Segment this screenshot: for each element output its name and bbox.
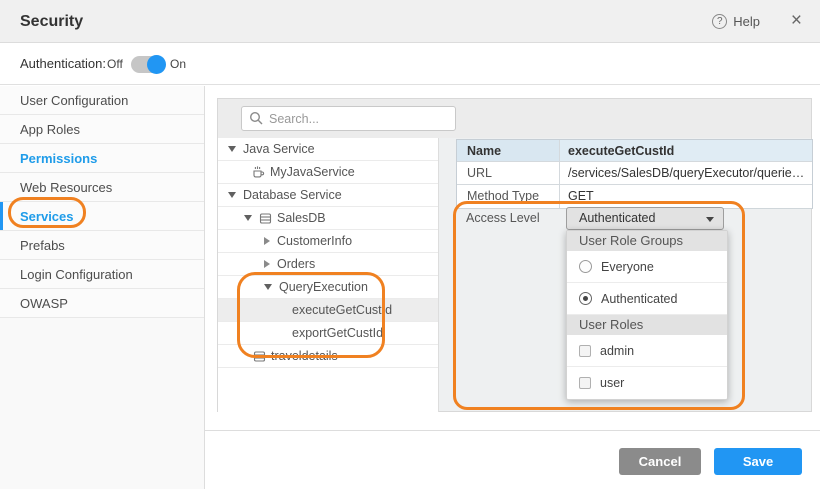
tree-node-orders[interactable]: Orders [218,253,438,276]
sidebar-item-user-configuration[interactable]: User Configuration [0,86,204,115]
url-value: /services/SalesDB/queryExecutor/queries/… [560,162,812,184]
url-label: URL [457,162,560,184]
sidebar-item-owasp[interactable]: OWASP [0,289,204,318]
tree-node-traveldetails[interactable]: traveldetails [218,345,438,368]
security-dialog: Security ? Help × Authentication: Off On… [0,0,820,489]
option-label: Everyone [601,260,654,274]
tree-node-customerinfo[interactable]: CustomerInfo [218,230,438,253]
sidebar-item-services[interactable]: Services [0,202,204,231]
database-icon [259,212,272,225]
toggle-knob [147,55,166,74]
menu-group-user-role-groups: User Role Groups [567,231,727,251]
tree-node-label: MyJavaService [270,161,355,184]
option-label: Authenticated [601,292,677,306]
authentication-label: Authentication: [20,43,106,85]
dialog-header: Security ? Help × [0,0,820,43]
menu-option-admin[interactable]: admin [567,335,727,367]
collapse-icon[interactable] [228,146,236,152]
details-table: Name executeGetCustId URL /services/Sale… [456,139,813,209]
toggle-on-label: On [170,43,186,85]
expand-icon[interactable] [264,237,270,245]
service-details: Name executeGetCustId URL /services/Sale… [439,138,811,411]
tree-node-label: Orders [277,253,315,276]
menu-option-authenticated[interactable]: Authenticated [567,283,727,315]
method-type-label: Method Type [457,185,560,208]
sidebar-item-login-configuration[interactable]: Login Configuration [0,260,204,289]
tree-node-label: Database Service [243,184,342,207]
menu-option-user[interactable]: user [567,367,727,399]
save-button[interactable]: Save [714,448,802,475]
search-band [218,99,811,138]
tree-node-label: executeGetCustId [292,299,392,322]
search-box [241,106,456,131]
authentication-bar: Authentication: Off On [0,43,820,85]
services-panel: Java Service MyJavaService Database Serv… [217,98,812,412]
option-label: admin [600,344,634,358]
search-input[interactable] [241,106,456,131]
tree-node-exportgetcustid[interactable]: exportGetCustId [218,322,438,345]
collapse-icon[interactable] [228,192,236,198]
help-icon: ? [712,14,727,29]
help-label: Help [733,14,760,29]
method-type-value: GET [560,185,812,208]
menu-option-everyone[interactable]: Everyone [567,251,727,283]
tree-node-myjavaservice[interactable]: MyJavaService [218,161,438,184]
sidebar-item-prefabs[interactable]: Prefabs [0,231,204,260]
tree-node-database-service[interactable]: Database Service [218,184,438,207]
service-tree: Java Service MyJavaService Database Serv… [218,138,439,412]
radio-unselected-icon[interactable] [579,260,592,273]
access-level-label: Access Level [466,207,540,230]
sidebar-item-web-resources[interactable]: Web Resources [0,173,204,202]
tree-node-label: traveldetails [271,345,338,368]
authentication-toggle[interactable] [131,56,164,73]
option-label: user [600,376,624,390]
page-title: Security [20,0,83,43]
java-cup-icon [251,165,265,179]
tree-node-label: QueryExecution [279,276,368,299]
checkbox-unchecked-icon[interactable] [579,345,591,357]
expand-icon[interactable] [264,260,270,268]
collapse-icon[interactable] [244,215,252,221]
tree-node-salesdb[interactable]: SalesDB [218,207,438,230]
tree-node-label: CustomerInfo [277,230,352,253]
table-row: Method Type GET [457,185,812,208]
collapse-icon[interactable] [264,284,272,290]
radio-selected-icon[interactable] [579,292,592,305]
name-label: Name [457,140,560,161]
access-level-value: Authenticated [579,211,655,225]
name-value: executeGetCustId [560,140,812,161]
search-icon [249,111,263,125]
toggle-off-label: Off [107,43,123,85]
tree-node-executegetcustid[interactable]: executeGetCustId [218,299,438,322]
menu-group-user-roles: User Roles [567,315,727,335]
close-icon[interactable]: × [791,0,802,43]
tree-node-java-service[interactable]: Java Service [218,138,438,161]
tree-node-label: exportGetCustId [292,322,383,345]
tree-node-label: SalesDB [277,207,326,230]
database-icon [253,350,266,363]
chevron-down-icon [706,217,714,222]
sidebar: User Configuration App Roles Permissions… [0,86,205,489]
table-row: Name executeGetCustId [457,140,812,162]
table-row: URL /services/SalesDB/queryExecutor/quer… [457,162,812,185]
sidebar-item-permissions[interactable]: Permissions [0,144,204,173]
cancel-button[interactable]: Cancel [619,448,701,475]
sidebar-item-app-roles[interactable]: App Roles [0,115,204,144]
access-level-dropdown[interactable]: Authenticated [566,207,724,230]
footer-divider [205,430,820,431]
checkbox-unchecked-icon[interactable] [579,377,591,389]
tree-node-label: Java Service [243,138,315,161]
help-button[interactable]: ? Help [712,0,760,43]
tree-node-queryexecution[interactable]: QueryExecution [218,276,438,299]
access-level-menu: User Role Groups Everyone Authenticated … [566,230,728,400]
